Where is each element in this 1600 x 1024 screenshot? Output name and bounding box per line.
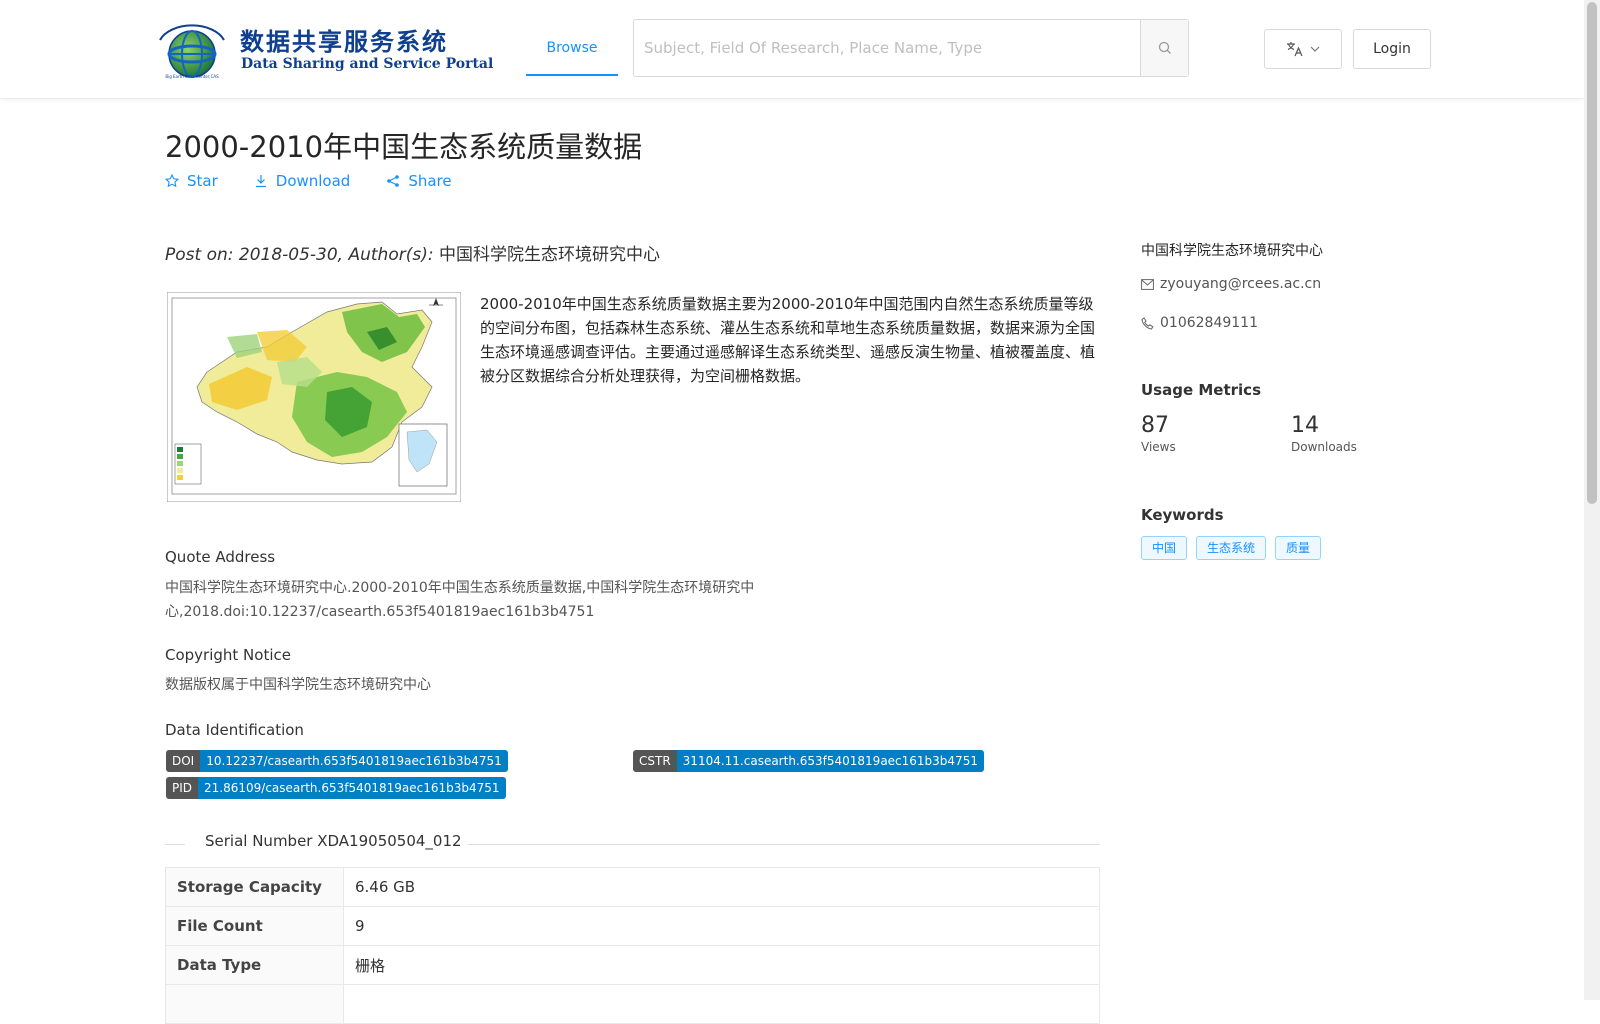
cstr-value: 31104.11.casearth.653f5401819aec161b3b47… — [676, 750, 984, 772]
portal-logo[interactable]: Big Earth Data Center,CAS 数据共享服务系统 Data … — [152, 20, 493, 80]
pid-badge[interactable]: PID 21.86109/casearth.653f5401819aec161b… — [166, 777, 506, 799]
views-metric: 87 Views — [1141, 413, 1176, 454]
chevron-down-icon — [1310, 46, 1320, 52]
contact-email[interactable]: zyouyang@rcees.ac.cn — [1141, 276, 1321, 292]
cstr-key: CSTR — [633, 750, 677, 772]
phone-icon — [1141, 316, 1154, 330]
info-value: 6.46 GB — [343, 867, 1100, 907]
search-box — [633, 19, 1189, 77]
keyword-tags: 中国 生态系统 质量 — [1141, 536, 1322, 560]
dataset-thumbnail-map — [167, 292, 461, 502]
keyword-tag[interactable]: 生态系统 — [1196, 536, 1267, 560]
usage-metrics-heading: Usage Metrics — [1141, 381, 1261, 399]
doi-badge[interactable]: DOI 10.12237/casearth.653f5401819aec161b… — [166, 750, 508, 772]
scrollbar-thumb[interactable] — [1587, 2, 1597, 504]
quote-address-label: Quote Address — [165, 548, 276, 566]
dataset-actions: Star Download Share — [165, 172, 488, 190]
info-key: Data Type — [165, 945, 344, 985]
info-key: File Count — [165, 906, 344, 946]
search-icon — [1158, 41, 1171, 54]
login-button[interactable]: Login — [1353, 29, 1431, 69]
table-row — [165, 984, 1100, 1024]
downloads-metric: 14 Downloads — [1291, 413, 1357, 454]
page-title: 2000-2010年中国生态系统质量数据 — [165, 130, 643, 164]
share-icon — [387, 175, 400, 187]
keyword-tag[interactable]: 中国 — [1141, 536, 1188, 560]
page-scrollbar[interactable] — [1584, 0, 1600, 1000]
svg-text:Big Earth Data Center,CAS: Big Earth Data Center,CAS — [165, 74, 219, 79]
globe-logo-icon: Big Earth Data Center,CAS — [159, 24, 225, 79]
search-button[interactable] — [1140, 20, 1188, 76]
logo-title-en: Data Sharing and Service Portal — [241, 56, 494, 72]
quote-address-text: 中国科学院生态环境研究中心.2000-2010年中国生态系统质量数据,中国科学院… — [165, 580, 755, 620]
post-author: 中国科学院生态环境研究中心 — [438, 245, 660, 265]
share-button[interactable]: Share — [386, 172, 452, 190]
nav-browse[interactable]: Browse — [526, 20, 618, 76]
post-date-label: Post on: 2018-05-30, Author(s): — [165, 245, 439, 265]
star-label: Star — [187, 172, 218, 190]
serial-number-divider: Serial Number XDA19050504_012 — [165, 832, 1100, 856]
serial-number: Serial Number XDA19050504_012 — [205, 832, 462, 850]
doi-key: DOI — [166, 750, 201, 772]
mail-icon — [1141, 278, 1154, 290]
doi-value: 10.12237/casearth.653f5401819aec161b3b47… — [200, 750, 508, 772]
download-label: Download — [275, 172, 351, 190]
views-label: Views — [1141, 440, 1176, 454]
table-row: Storage Capacity 6.46 GB — [165, 867, 1100, 907]
contact-phone: 01062849111 — [1141, 315, 1258, 331]
dataset-description: 2000-2010年中国生态系统质量数据主要为2000-2010年中国范围内自然… — [480, 295, 1096, 385]
star-button[interactable]: Star — [165, 172, 218, 190]
keywords-heading: Keywords — [1141, 506, 1224, 524]
table-row: Data Type 栅格 — [165, 945, 1100, 985]
download-icon — [255, 175, 266, 188]
info-value: 栅格 — [343, 945, 1100, 985]
logo-title-cn: 数据共享服务系统 — [240, 27, 448, 56]
copyright-label: Copyright Notice — [165, 646, 291, 664]
pid-value: 21.86109/casearth.653f5401819aec161b3b47… — [198, 777, 506, 799]
email-text: zyouyang@rcees.ac.cn — [1160, 276, 1322, 292]
info-value: 9 — [343, 906, 1100, 946]
top-header: Big Earth Data Center,CAS 数据共享服务系统 Data … — [0, 0, 1584, 99]
copyright-text: 数据版权属于中国科学院生态环境研究中心 — [165, 677, 431, 693]
downloads-count: 14 — [1291, 413, 1319, 438]
cstr-badge[interactable]: CSTR 31104.11.casearth.653f5401819aec161… — [633, 750, 984, 772]
post-info: Post on: 2018-05-30, Author(s): 中国科学院生态环… — [165, 240, 660, 265]
dataset-info-table: Storage Capacity 6.46 GB File Count 9 Da… — [165, 867, 1100, 1024]
table-row: File Count 9 — [165, 906, 1100, 946]
download-button[interactable]: Download — [254, 172, 351, 190]
downloads-label: Downloads — [1291, 440, 1357, 454]
sidebar-org-name: 中国科学院生态环境研究中心 — [1141, 243, 1323, 259]
star-icon — [165, 174, 179, 188]
search-input[interactable] — [634, 20, 1142, 76]
translate-icon — [1287, 42, 1303, 57]
info-key: Storage Capacity — [165, 867, 344, 907]
phone-text: 01062849111 — [1160, 315, 1258, 331]
language-switcher[interactable] — [1264, 29, 1342, 69]
pid-key: PID — [166, 777, 199, 799]
share-label: Share — [408, 172, 452, 190]
keyword-tag[interactable]: 质量 — [1275, 536, 1322, 560]
data-identification-label: Data Identification — [165, 721, 304, 739]
views-count: 87 — [1141, 413, 1169, 438]
